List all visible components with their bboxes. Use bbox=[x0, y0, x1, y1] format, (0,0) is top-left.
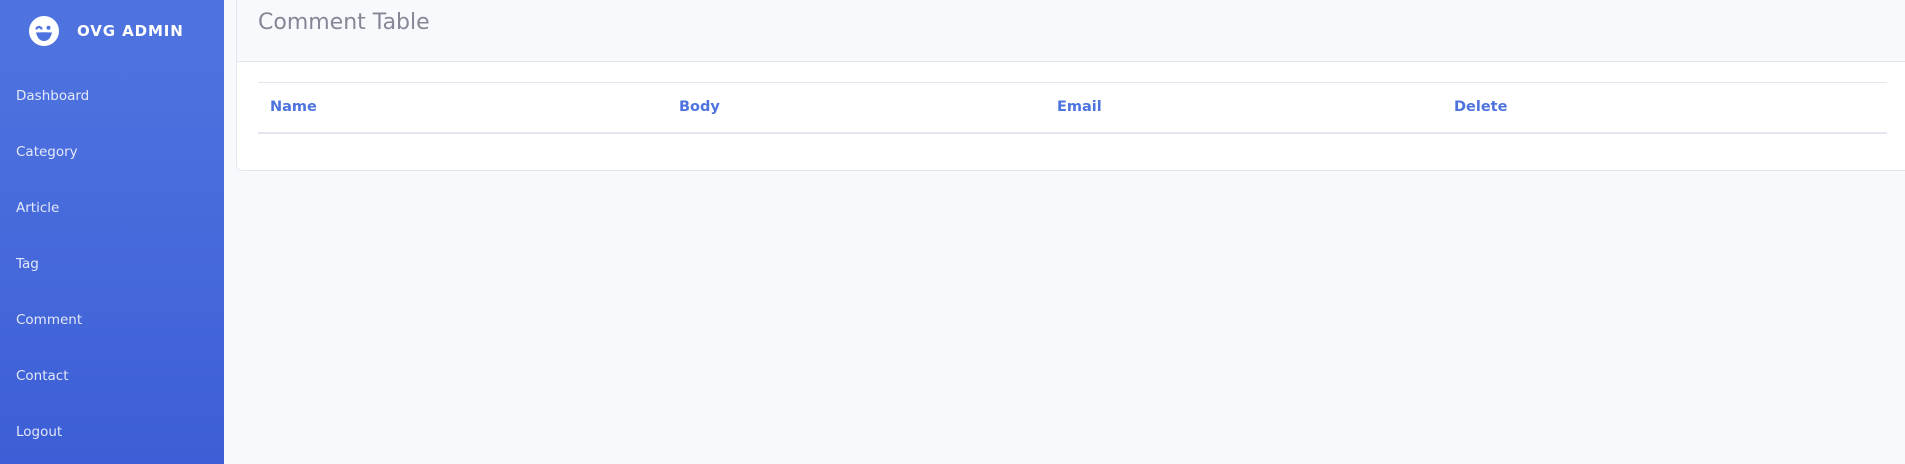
sidebar-item-tag[interactable]: Tag bbox=[0, 236, 224, 292]
sidebar-item-dashboard[interactable]: Dashboard bbox=[0, 68, 224, 124]
column-header-delete[interactable]: Delete bbox=[1442, 82, 1887, 134]
sidebar: OVG ADMIN Dashboard Category Article Tag… bbox=[0, 0, 224, 464]
card-body: Name Body Email Delete bbox=[237, 62, 1905, 134]
sidebar-item-logout[interactable]: Logout bbox=[0, 404, 224, 460]
laugh-wink-icon bbox=[28, 15, 60, 47]
sidebar-item-comment[interactable]: Comment bbox=[0, 292, 224, 348]
sidebar-item-article[interactable]: Article bbox=[0, 180, 224, 236]
main-content: Comment Table Name Body Email Delete bbox=[224, 0, 1905, 464]
sidebar-nav: Dashboard Category Article Tag Comment C… bbox=[0, 62, 224, 460]
comment-table-card: Comment Table Name Body Email Delete bbox=[236, 0, 1905, 171]
sidebar-item-category[interactable]: Category bbox=[0, 124, 224, 180]
sidebar-item-contact[interactable]: Contact bbox=[0, 348, 224, 404]
app-root: OVG ADMIN Dashboard Category Article Tag… bbox=[0, 0, 1905, 464]
comment-table: Name Body Email Delete bbox=[258, 82, 1887, 134]
table-header-row: Name Body Email Delete bbox=[258, 82, 1887, 134]
column-header-email[interactable]: Email bbox=[1045, 82, 1442, 134]
brand-title: OVG ADMIN bbox=[77, 22, 184, 40]
card-header: Comment Table bbox=[237, 0, 1905, 62]
column-header-body[interactable]: Body bbox=[667, 82, 1045, 134]
page-title: Comment Table bbox=[258, 10, 430, 35]
sidebar-brand[interactable]: OVG ADMIN bbox=[0, 0, 224, 62]
column-header-name[interactable]: Name bbox=[258, 82, 667, 134]
table-header: Name Body Email Delete bbox=[258, 82, 1887, 134]
